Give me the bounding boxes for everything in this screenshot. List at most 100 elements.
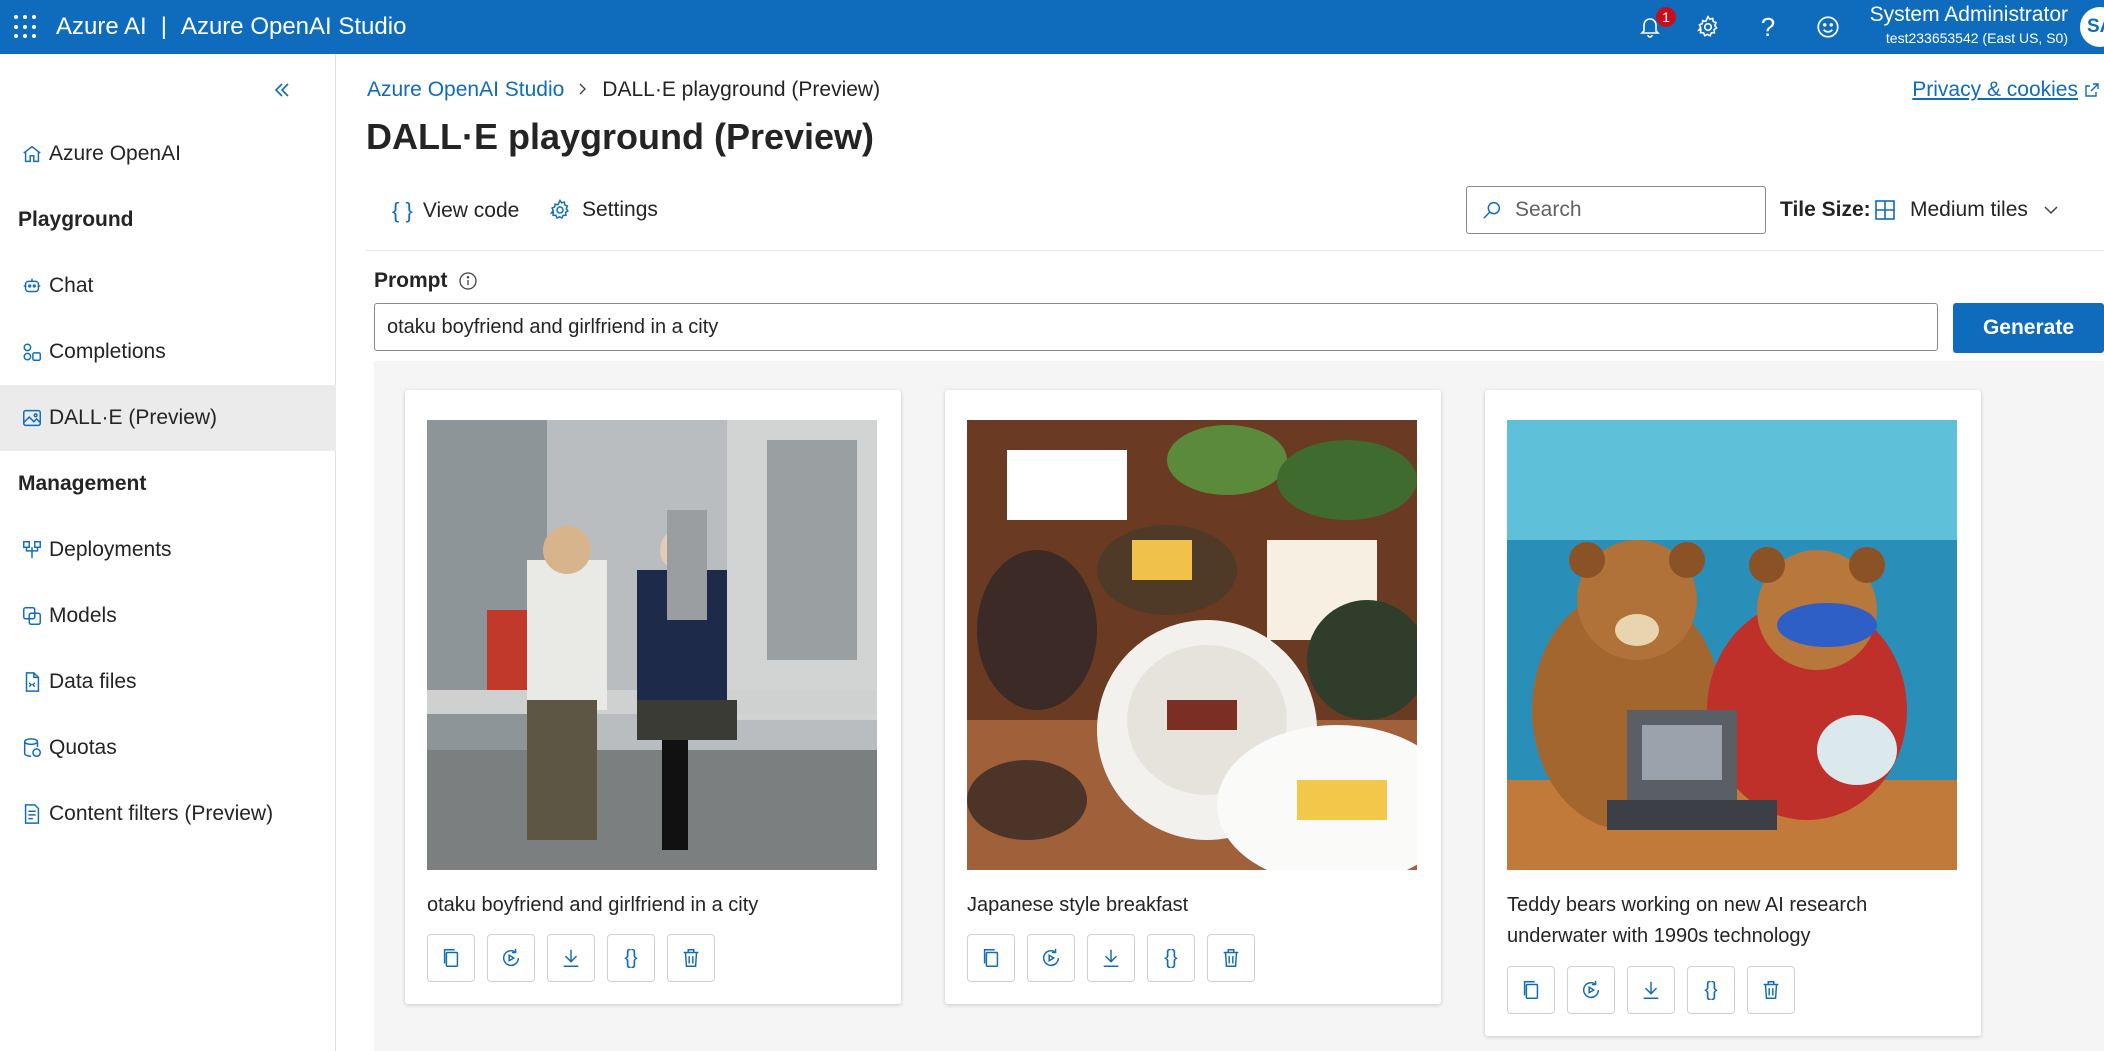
image-card: otaku boyfriend and girlfriend in a city…	[405, 390, 901, 1004]
delete-button[interactable]	[667, 934, 715, 982]
generated-image[interactable]	[967, 420, 1417, 870]
code-braces-icon: { }	[392, 198, 413, 223]
settings-button[interactable]: Settings	[548, 198, 658, 222]
section-heading-management: Management	[18, 472, 147, 495]
sidebar-item-dalle[interactable]: DALL·E (Preview)	[0, 385, 336, 451]
card-actions: {}	[427, 934, 715, 982]
image-caption: otaku boyfriend and girlfriend in a city	[427, 894, 759, 916]
database-icon	[20, 736, 44, 760]
download-icon	[1643, 981, 1659, 999]
view-code-button[interactable]: { } View code	[392, 198, 519, 224]
image-card: Teddy bears working on new AI research u…	[1485, 390, 1981, 1036]
top-bar: Azure AI | Azure OpenAI Studio 1 ? System …	[0, 0, 2104, 54]
chat-bot-icon	[20, 274, 44, 298]
info-icon[interactable]	[458, 271, 478, 291]
view-code-card-button[interactable]: {}	[1147, 934, 1195, 982]
chevron-down-icon	[2044, 206, 2058, 215]
view-code-card-button[interactable]: {}	[1687, 966, 1735, 1014]
tile-size-value: Medium tiles	[1910, 198, 2028, 221]
toolbar-divider	[366, 250, 2104, 251]
sidebar-item-data-files[interactable]: Data files	[0, 649, 336, 715]
view-code-label: View code	[422, 199, 520, 222]
copy-button[interactable]	[1507, 966, 1555, 1014]
breadcrumb-root-link[interactable]: Azure OpenAI Studio	[367, 78, 564, 102]
sidebar: Azure OpenAI Playground Chat Completions…	[0, 54, 336, 1051]
sidebar-item-label: Quotas	[49, 736, 117, 759]
copy-icon	[983, 949, 999, 967]
document-icon	[20, 670, 44, 694]
sidebar-item-label: Data files	[49, 670, 137, 693]
tile-size-dropdown[interactable]: Medium tiles	[1874, 198, 2060, 222]
home-icon	[20, 142, 44, 166]
brand-title[interactable]: Azure AI | Azure OpenAI Studio	[56, 13, 406, 41]
prompt-label: Prompt	[374, 269, 478, 293]
sidebar-item-label: Chat	[49, 274, 94, 297]
sidebar-item-label: Content filters (Preview)	[49, 802, 274, 825]
settings-label: Settings	[582, 198, 658, 221]
download-button[interactable]	[1087, 934, 1135, 982]
copy-button[interactable]	[967, 934, 1015, 982]
sidebar-item-label: Deployments	[49, 538, 172, 561]
sidebar-item-content-filters[interactable]: Content filters (Preview)	[0, 781, 336, 847]
search-input[interactable]: Search	[1466, 186, 1766, 234]
grid-icon	[1875, 200, 1895, 220]
settings-gear-icon[interactable]	[1692, 11, 1724, 43]
download-icon	[1103, 949, 1119, 967]
sidebar-item-quotas[interactable]: Quotas	[0, 715, 336, 781]
trash-icon	[683, 949, 699, 967]
sidebar-item-deployments[interactable]: Deployments	[0, 517, 336, 583]
regenerate-button[interactable]	[1567, 966, 1615, 1014]
completions-icon	[20, 340, 44, 364]
sidebar-item-models[interactable]: Models	[0, 583, 336, 649]
user-account[interactable]: System Administrator test233653542 (East…	[1870, 2, 2068, 48]
collapse-sidebar-button[interactable]	[268, 76, 296, 104]
product-name: Azure OpenAI Studio	[180, 13, 407, 40]
code-braces-icon: {}	[624, 946, 638, 969]
sidebar-item-label: Models	[49, 604, 117, 627]
notification-badge: 1	[1655, 6, 1677, 28]
copy-button[interactable]	[427, 934, 475, 982]
regenerate-button[interactable]	[487, 934, 535, 982]
chevron-right-icon	[576, 78, 590, 102]
delete-button[interactable]	[1207, 934, 1255, 982]
sidebar-item-label: Completions	[49, 340, 166, 363]
sidebar-item-completions[interactable]: Completions	[0, 319, 336, 385]
user-name: System Administrator	[1869, 3, 2068, 26]
user-subscription: test233653542 (East US, S0)	[1885, 30, 2068, 46]
code-braces-icon: {}	[1164, 946, 1178, 969]
page-title: DALL·E playground (Preview)	[366, 116, 875, 157]
privacy-link[interactable]: Privacy & cookies	[1912, 78, 2100, 102]
trash-icon	[1763, 981, 1779, 999]
image-icon	[20, 406, 44, 430]
search-placeholder: Search	[1515, 198, 1582, 221]
image-caption: Japanese style breakfast	[967, 894, 1189, 916]
trash-icon	[1223, 949, 1239, 967]
image-caption: Teddy bears working on new AI research u…	[1507, 894, 1868, 947]
generated-image[interactable]	[427, 420, 877, 870]
copy-icon	[1523, 981, 1539, 999]
feedback-smiley-icon[interactable]	[1812, 11, 1844, 43]
help-icon[interactable]: ?	[1752, 11, 1784, 43]
view-code-card-button[interactable]: {}	[607, 934, 655, 982]
regenerate-button[interactable]	[1027, 934, 1075, 982]
breadcrumb: Azure OpenAI Studio DALL·E playground (P…	[367, 78, 880, 102]
regenerate-icon	[1043, 948, 1060, 967]
delete-button[interactable]	[1747, 966, 1795, 1014]
sidebar-item-azure-openai[interactable]: Azure OpenAI	[0, 121, 336, 187]
content-filter-icon	[20, 802, 44, 826]
app-launcher-icon[interactable]	[14, 15, 38, 39]
section-heading-playground: Playground	[18, 208, 134, 231]
sidebar-item-label: Azure OpenAI	[49, 142, 181, 165]
external-link-icon	[2085, 83, 2099, 97]
models-icon	[20, 604, 44, 628]
generated-image[interactable]	[1507, 420, 1957, 870]
gear-icon	[549, 199, 569, 220]
sidebar-item-chat[interactable]: Chat	[0, 253, 336, 319]
card-actions: {}	[967, 934, 1255, 982]
download-button[interactable]	[547, 934, 595, 982]
privacy-link-label: Privacy & cookies	[1912, 78, 2078, 101]
download-button[interactable]	[1627, 966, 1675, 1014]
prompt-input[interactable]: otaku boyfriend and girlfriend in a city	[374, 303, 1938, 351]
generate-button[interactable]: Generate	[1953, 303, 2104, 353]
avatar[interactable]: SA	[2080, 7, 2104, 47]
